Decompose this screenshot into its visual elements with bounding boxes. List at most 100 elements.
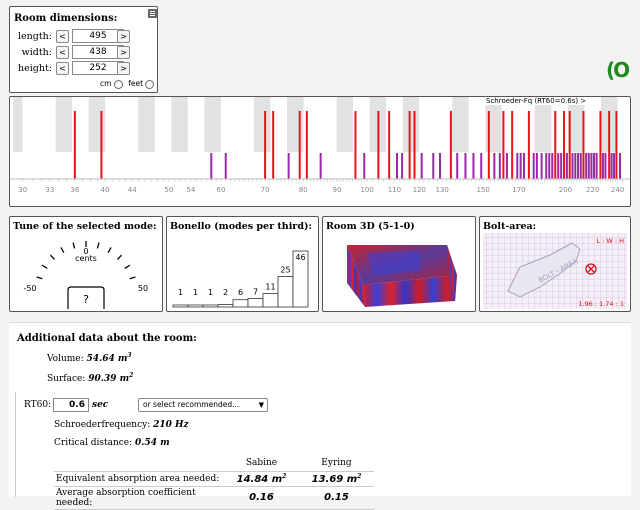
rt60-label: RT60:: [24, 400, 52, 410]
menu-icon[interactable]: [148, 9, 157, 18]
room-mode-line: [432, 153, 435, 179]
room-mode-line: [472, 153, 475, 179]
axis-tick-label: 50: [164, 186, 173, 194]
schroeder-frequency-label: Schroeder-Fq (RT60=0.6s) >: [484, 97, 589, 105]
room-mode-line: [413, 111, 416, 179]
mode-spectrum-chart[interactable]: 30 33 36 40 44 50 54 60 70 80 90 100 110 120 130 150 170…: [10, 97, 630, 206]
room-mode-line: [401, 153, 404, 179]
unit-cm-radio[interactable]: [113, 79, 123, 89]
axis-tick-label: 54: [186, 186, 195, 194]
black-key: [13, 97, 23, 152]
length-increase-button[interactable]: >: [117, 30, 130, 43]
bonello-bar-label: 1: [208, 288, 213, 297]
black-key: [204, 97, 221, 152]
room-mode-line: [610, 153, 613, 179]
bonello-panel: Bonello (modes per third): 1 1 1 2 6 7 11 25 46: [166, 216, 319, 312]
room-mode-line: [519, 153, 522, 179]
table-row: Equivalent absorption area needed: 14.84…: [54, 471, 374, 487]
axis-tick-label: 90: [333, 186, 342, 194]
room-mode-line: [613, 153, 616, 179]
room-mode-line: [582, 111, 585, 179]
height-increase-button[interactable]: >: [117, 62, 130, 75]
volume-unit-sup: 3: [127, 352, 132, 359]
gauge-tick: [49, 254, 55, 260]
room-mode-line: [604, 153, 607, 179]
room-mode-line: [502, 111, 505, 179]
schroeder-label: Schroederfrequency:: [54, 420, 151, 430]
black-key: [55, 97, 73, 152]
white-key: [154, 97, 172, 179]
gauge-tick: [60, 247, 65, 254]
gauge-tick: [36, 276, 43, 280]
room-mode-line: [100, 111, 103, 179]
room-mode-line: [560, 153, 563, 179]
room-mode-line: [305, 111, 308, 179]
unit-feet-radio[interactable]: [145, 79, 155, 89]
axis-tick-label: 150: [476, 186, 489, 194]
tune-gauge: 0 cents -50 50 ?: [23, 241, 148, 309]
length-decrease-button[interactable]: <: [56, 30, 69, 43]
surface-row: Surface: 90.39 m2: [47, 372, 133, 384]
black-key: [485, 97, 502, 152]
white-key: [617, 97, 627, 179]
white-key: [121, 97, 139, 179]
room-mode-line: [577, 153, 580, 179]
room-mode-line: [449, 111, 452, 179]
tune-left-value: -50: [23, 284, 36, 293]
bolt-area-panel[interactable]: Bolt-area: BOLT - AREA L : W : H 1.96 : …: [479, 216, 631, 312]
tune-right-value: 50: [138, 284, 148, 293]
axis-tick-label: 44: [128, 186, 137, 194]
axis-tick-label: 240: [611, 186, 624, 194]
room-mode-line: [493, 153, 496, 179]
bonello-bar-label: 6: [238, 288, 243, 297]
mode-spectrum-panel[interactable]: 30 33 36 40 44 50 54 60 70 80 90 100 110 120 130 150 170…: [9, 96, 631, 207]
height-decrease-button[interactable]: <: [56, 62, 69, 75]
schroeder-row: Schroederfrequency: 210 Hz: [54, 420, 189, 430]
rt60-input[interactable]: 0.6: [53, 398, 89, 412]
room-mode-line: [601, 153, 604, 179]
room-mode-line: [522, 153, 525, 179]
room-mode-line: [545, 153, 548, 179]
bonello-bar-label: 1: [193, 288, 198, 297]
black-key: [253, 97, 271, 152]
white-key: [551, 97, 568, 179]
surface-unit-sup: 2: [129, 372, 134, 379]
room-mode-line: [480, 153, 483, 179]
width-increase-button[interactable]: >: [117, 46, 130, 59]
table-header-sabine: Sabine: [224, 456, 299, 472]
critical-distance-label: Critical distance:: [54, 438, 133, 448]
black-key: [452, 97, 469, 152]
tune-panel: Tune of the selected mode: 0 cents -50 5…: [9, 216, 163, 312]
room-mode-line: [464, 153, 467, 179]
white-key: [105, 97, 122, 179]
bonello-bar-label: 46: [295, 253, 305, 262]
recommended-select[interactable]: or select recommended... ▼: [138, 398, 268, 412]
width-decrease-button[interactable]: <: [56, 46, 69, 59]
bonello-bar: [262, 293, 279, 308]
bonello-bar: [247, 298, 264, 308]
room-3d-view[interactable]: [323, 231, 475, 311]
room-mode-line: [264, 111, 267, 179]
row-label: Equivalent absorption area needed:: [54, 471, 224, 487]
black-key: [534, 97, 552, 152]
black-key: [138, 97, 155, 152]
white-key: [320, 97, 337, 179]
bolt-area-chart[interactable]: BOLT - AREA L : W : H 1.96 : 1.74 : 1: [480, 231, 630, 311]
room-mode-line: [487, 111, 490, 179]
axis-tick-label: 80: [299, 186, 308, 194]
axis-tick-label: 40: [101, 186, 110, 194]
room-3d-panel[interactable]: Room 3D (5-1-0): [322, 216, 476, 312]
app-logo: (O: [606, 58, 630, 82]
room-mode-line: [568, 111, 571, 179]
white-key: [220, 97, 238, 179]
chevron-down-icon: ▼: [258, 401, 264, 409]
axis-tick-label: 120: [413, 186, 426, 194]
surface-value: 90.39 m: [88, 374, 130, 384]
bonello-bar: [187, 304, 204, 308]
bolt-ratio-value: 1.96 : 1.74 : 1: [578, 300, 624, 308]
row-eyring-cell: 0.15: [299, 486, 374, 510]
room-mode-line: [585, 153, 588, 179]
room-mode-line: [298, 111, 301, 179]
room-mode-line: [396, 153, 399, 179]
bonello-bar: [217, 304, 234, 308]
